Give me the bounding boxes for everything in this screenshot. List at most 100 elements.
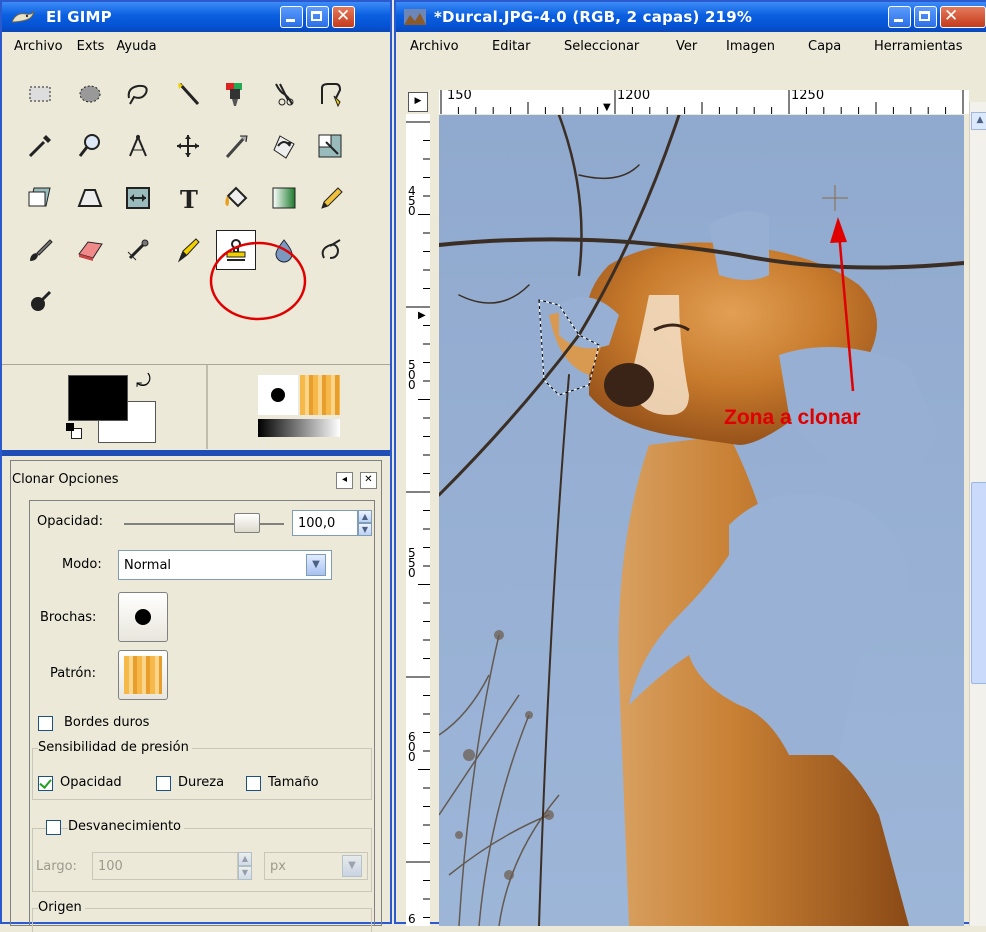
img-menu-capa[interactable]: Capa [808,39,841,54]
perspective-icon[interactable] [70,178,110,218]
panel-close-button[interactable]: ✕ [360,472,377,489]
pressure-opacity-checkbox[interactable] [38,776,53,791]
mode-select[interactable]: Normal [118,550,332,580]
img-menu-imagen[interactable]: Imagen [726,39,775,54]
text-tool-icon[interactable]: T [168,178,208,218]
img-menu-seleccionar[interactable]: Seleccionar [564,39,639,54]
paths-icon[interactable] [310,74,350,114]
menu-ayuda[interactable]: Ayuda [116,39,156,54]
image-titlebar[interactable]: *Durcal.JPG-4.0 (RGB, 2 capas) 219% ✕ [396,2,986,32]
eraser-icon[interactable] [70,230,110,270]
fuzzy-select-icon[interactable] [168,74,208,114]
hruler-label-150: 150 [447,90,472,103]
pressure-hardness-checkbox[interactable] [156,776,171,791]
image-canvas[interactable] [439,115,964,926]
clone-zone-annotation: Zona a clonar [724,406,861,429]
image-window: *Durcal.JPG-4.0 (RGB, 2 capas) 219% ✕ Ar… [394,0,986,926]
pressure-hardness-label: Dureza [178,775,225,790]
toolbox-titlebar[interactable]: El GIMP ✕ [2,2,390,32]
vertical-scrollbar[interactable]: ▲ [969,102,986,926]
mode-dropdown-icon[interactable]: ▼ [306,554,326,576]
hruler-pointer-icon: ▼ [603,102,611,113]
vertical-ruler[interactable]: 450 500 550 600 6 ▶ [406,114,430,926]
hard-edges-label: Bordes duros [64,715,150,730]
scroll-up-icon[interactable]: ▲ [971,112,986,130]
unit-dropdown-icon[interactable]: ▼ [342,855,362,877]
quickmask-corner-button[interactable]: ▶ [408,92,428,112]
opacity-value-field[interactable]: 100,0 [292,510,358,536]
minimize-button[interactable] [280,6,303,28]
active-gradient-preview[interactable] [258,419,340,437]
image-minimize-button[interactable] [888,6,911,28]
smudge-icon[interactable] [310,230,350,270]
panel-menu-button[interactable]: ◂ [336,472,353,489]
rotate-icon[interactable] [264,126,304,166]
color-select-icon[interactable] [216,74,256,114]
gimp-logo-icon [11,10,35,23]
zoom-icon[interactable] [70,126,110,166]
free-select-icon[interactable] [118,74,158,114]
img-menu-archivo[interactable]: Archivo [410,39,459,54]
crop-icon[interactable] [216,126,256,166]
length-spin-up-icon[interactable]: ▲ [238,852,252,866]
menu-exts[interactable]: Exts [77,39,105,54]
paintbrush-icon[interactable] [20,230,60,270]
origin-label: Origen [38,900,85,915]
img-menu-ver[interactable]: Ver [676,39,697,54]
scale-icon[interactable] [310,126,350,166]
scroll-thumb[interactable] [971,482,986,684]
pressure-size-checkbox[interactable] [246,776,261,791]
pattern-select-button[interactable] [118,650,168,700]
scissors-icon[interactable] [264,74,304,114]
pencil-icon[interactable] [310,178,350,218]
airbrush-icon[interactable] [118,230,158,270]
measure-icon[interactable] [118,126,158,166]
vruler-label-500: 500 [408,358,416,392]
foreground-color-swatch[interactable] [68,375,128,421]
hard-edges-checkbox[interactable] [38,716,53,731]
image-close-button[interactable]: ✕ [940,6,986,28]
hruler-label-1250: 1250 [791,90,825,103]
color-picker-icon[interactable] [20,126,60,166]
vruler-pointer-icon: ▶ [418,310,426,321]
menu-archivo[interactable]: Archivo [14,39,63,54]
blend-icon[interactable] [264,178,304,218]
active-pattern-preview[interactable] [300,375,340,415]
ellipse-select-icon[interactable] [70,74,110,114]
brush-select-button[interactable] [118,592,168,642]
image-maximize-button[interactable] [914,6,937,28]
unit-value: px [270,858,286,874]
flip-icon[interactable] [118,178,158,218]
mode-label: Modo: [62,557,102,572]
selected-tool-highlight [209,241,307,321]
default-colors-icon[interactable] [66,423,82,439]
length-spin-down-icon[interactable]: ▼ [238,866,252,880]
opacity-slider-track[interactable] [124,523,284,525]
active-brush-preview[interactable] [258,375,298,415]
opacity-spin-down-icon[interactable]: ▼ [358,523,372,536]
rect-select-icon[interactable] [20,74,60,114]
img-menu-herramientas[interactable]: Herramientas [874,39,963,54]
img-menu-editar[interactable]: Editar [492,39,531,54]
opacity-spin-up-icon[interactable]: ▲ [358,510,372,523]
swap-colors-icon[interactable]: ⤾ [136,371,151,392]
bucket-fill-icon[interactable] [216,178,256,218]
mode-value: Normal [124,557,172,573]
ink-icon[interactable] [168,230,208,270]
vruler-label-600: 600 [408,730,416,764]
toolbox-window: El GIMP ✕ Archivo Exts Ayuda T ⤾ Clonar … [0,0,392,932]
pressure-group-label: Sensibilidad de presión [38,740,192,755]
dodge-burn-icon[interactable] [20,282,60,322]
close-button[interactable]: ✕ [332,6,355,28]
dock-separator[interactable] [2,450,390,456]
move-icon[interactable] [168,126,208,166]
shear-icon[interactable] [20,178,60,218]
fade-checkbox[interactable] [46,820,61,835]
horizontal-ruler[interactable]: 150 1200 1250 ▼ [439,90,969,114]
length-field[interactable]: 100 [92,852,238,880]
maximize-button[interactable] [306,6,329,28]
hruler-label-1200: 1200 [617,90,651,103]
dog-photo [439,115,964,926]
opacity-slider-thumb[interactable] [234,513,260,533]
vruler-ticks [406,121,430,918]
